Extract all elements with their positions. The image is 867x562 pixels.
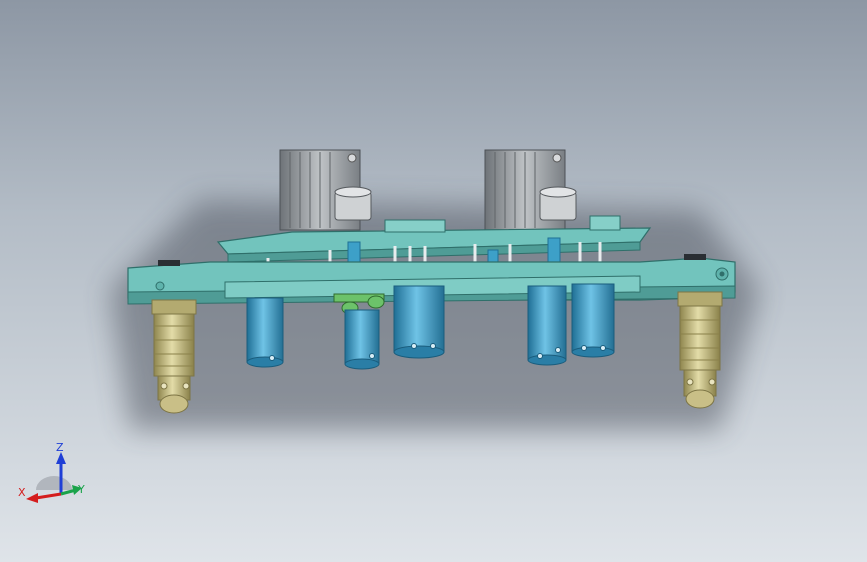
y-axis-label: Y bbox=[78, 483, 85, 496]
stepper-motor-right bbox=[484, 149, 577, 231]
x-axis-arrow bbox=[35, 492, 62, 500]
graphics-viewport[interactable]: Z X Y bbox=[0, 0, 867, 562]
locating-pin-right bbox=[677, 291, 723, 409]
reference-triad: Z X Y bbox=[14, 438, 94, 508]
z-axis-label: Z bbox=[56, 441, 64, 454]
triad-axes-icon bbox=[26, 452, 82, 503]
x-axis-label: X bbox=[18, 486, 26, 499]
stepper-motor-left bbox=[279, 149, 372, 231]
locating-pin-left bbox=[151, 299, 197, 414]
cad-assembly-model[interactable] bbox=[0, 0, 867, 562]
